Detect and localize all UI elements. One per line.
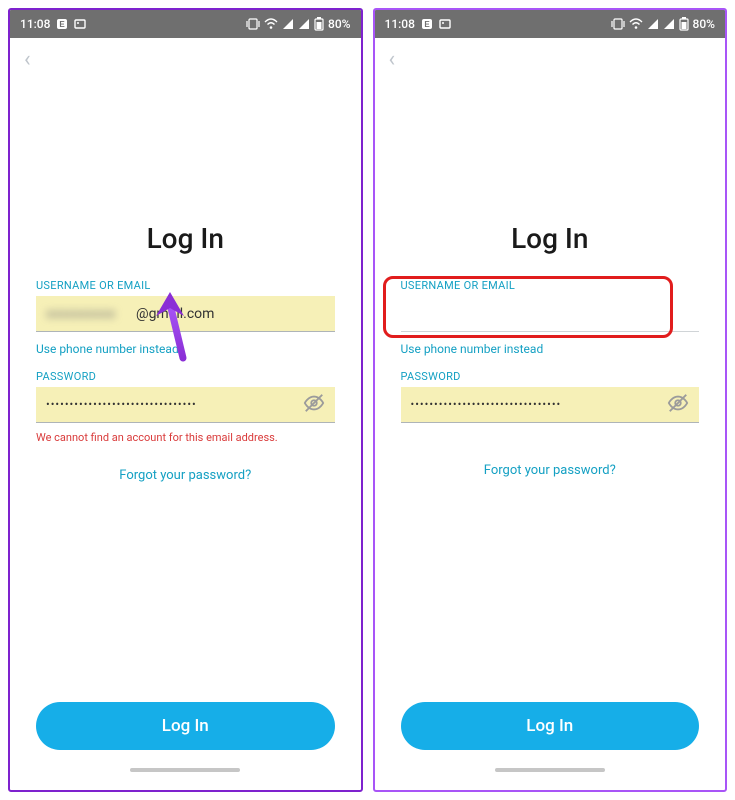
- username-masked-prefix: xxxxxxxxxx: [46, 306, 136, 322]
- username-label: USERNAME OR EMAIL: [36, 279, 335, 292]
- gallery-icon: [439, 18, 451, 30]
- error-message: We cannot find an account for this email…: [36, 431, 335, 444]
- status-bar: 11:08 E 80%: [10, 10, 361, 38]
- battery-icon: [679, 17, 689, 31]
- use-phone-link[interactable]: Use phone number instead: [401, 342, 700, 356]
- login-button[interactable]: Log In: [401, 702, 700, 750]
- username-label: USERNAME OR EMAIL: [401, 279, 700, 292]
- battery-percent: 80%: [693, 17, 715, 31]
- wifi-icon: [264, 18, 278, 30]
- battery-icon: [314, 17, 324, 31]
- nav-bar: ‹: [375, 38, 726, 82]
- page-title: Log In: [401, 222, 700, 255]
- username-visible-suffix: @gmail.com: [136, 306, 214, 322]
- password-dots: ••••••••••••••••••••••••••••••••: [411, 398, 562, 411]
- toggle-password-visibility-icon[interactable]: [667, 392, 689, 418]
- signal-icon-2: [663, 18, 675, 30]
- status-time: 11:08: [385, 17, 415, 31]
- signal-icon-1: [647, 18, 659, 30]
- app-badge-icon: E: [421, 18, 433, 30]
- password-label: PASSWORD: [36, 370, 335, 383]
- username-input[interactable]: [401, 296, 700, 332]
- status-bar: 11:08 E 80%: [375, 10, 726, 38]
- back-button[interactable]: ‹: [24, 49, 31, 71]
- phone-screenshot-right: 11:08 E 80% ‹ Log In USERNAME OR EMAIL U…: [373, 8, 728, 792]
- use-phone-link[interactable]: Use phone number instead: [36, 342, 335, 356]
- password-input[interactable]: ••••••••••••••••••••••••••••••••: [401, 387, 700, 423]
- status-time: 11:08: [20, 17, 50, 31]
- page-title: Log In: [36, 222, 335, 255]
- svg-text:E: E: [424, 20, 430, 29]
- password-label: PASSWORD: [401, 370, 700, 383]
- signal-icon-1: [282, 18, 294, 30]
- gallery-icon: [74, 18, 86, 30]
- battery-percent: 80%: [328, 17, 350, 31]
- signal-icon-2: [298, 18, 310, 30]
- login-form: Log In USERNAME OR EMAIL xxxxxxxxxx @gma…: [10, 82, 361, 790]
- wifi-icon: [629, 18, 643, 30]
- password-dots: ••••••••••••••••••••••••••••••••: [46, 398, 197, 411]
- gesture-indicator: [130, 768, 240, 772]
- app-badge-icon: E: [56, 18, 68, 30]
- gesture-indicator: [495, 768, 605, 772]
- phone-screenshot-left: 11:08 E 80% ‹ Log In USERNAME OR EMAIL x…: [8, 8, 363, 792]
- svg-text:E: E: [60, 20, 66, 29]
- vibrate-icon: [246, 18, 260, 30]
- vibrate-icon: [611, 18, 625, 30]
- forgot-password-link[interactable]: Forgot your password?: [36, 468, 335, 483]
- nav-bar: ‹: [10, 38, 361, 82]
- login-button[interactable]: Log In: [36, 702, 335, 750]
- forgot-password-link[interactable]: Forgot your password?: [401, 463, 700, 478]
- back-button[interactable]: ‹: [389, 49, 396, 71]
- password-input[interactable]: ••••••••••••••••••••••••••••••••: [36, 387, 335, 423]
- login-form: Log In USERNAME OR EMAIL Use phone numbe…: [375, 82, 726, 790]
- toggle-password-visibility-icon[interactable]: [303, 392, 325, 418]
- username-input[interactable]: xxxxxxxxxx @gmail.com: [36, 296, 335, 332]
